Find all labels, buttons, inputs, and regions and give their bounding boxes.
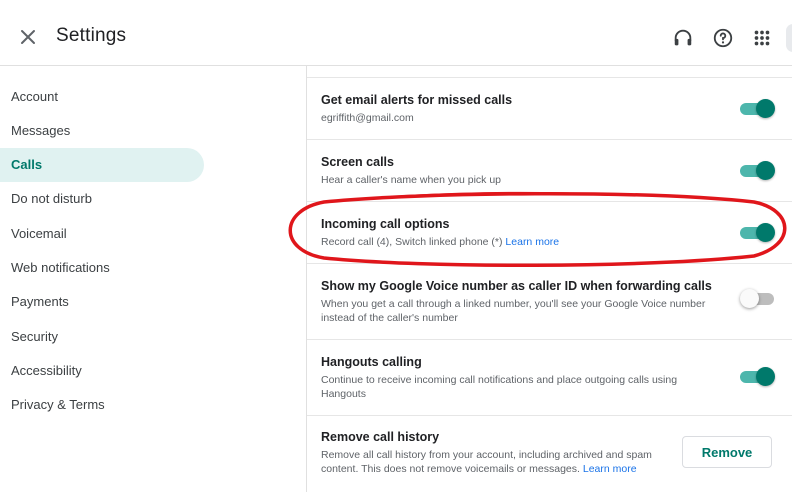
setting-row-show-gv-caller-id: Show my Google Voice number as caller ID… (307, 264, 792, 340)
setting-title: Remove call history (321, 430, 440, 444)
setting-subtitle: Remove all call history from your accoun… (321, 448, 681, 476)
setting-title: Screen calls (321, 155, 394, 169)
hangouts-calling-toggle[interactable] (740, 367, 775, 387)
sidebar-item-accessibility[interactable]: Accessibility (0, 354, 204, 388)
list-row-previous (307, 66, 792, 78)
close-icon (21, 30, 35, 44)
settings-sidebar: Account Messages Calls Do not disturb Vo… (0, 66, 208, 492)
setting-row-incoming-call-options[interactable]: Incoming call options Record call (4), S… (307, 202, 792, 264)
sidebar-item-messages[interactable]: Messages (0, 114, 204, 148)
sidebar-item-security[interactable]: Security (0, 320, 204, 354)
setting-row-hangouts-calling: Hangouts calling Continue to receive inc… (307, 340, 792, 416)
setting-subtitle: When you get a call through a linked num… (321, 298, 706, 324)
setting-subtitle: egriffith@gmail.com (321, 112, 414, 124)
sidebar-item-web-notifications[interactable]: Web notifications (0, 251, 204, 285)
sidebar-item-payments[interactable]: Payments (0, 285, 204, 319)
calls-settings-list: Get email alerts for missed calls egriff… (307, 66, 792, 492)
page-title: Settings (56, 25, 127, 46)
setting-title: Show my Google Voice number as caller ID… (321, 279, 712, 293)
sidebar-item-privacy-terms[interactable]: Privacy & Terms (0, 388, 204, 422)
apps-button[interactable] (751, 27, 773, 49)
avatar[interactable] (786, 24, 792, 52)
help-icon (713, 28, 733, 48)
setting-title: Get email alerts for missed calls (321, 93, 513, 107)
setting-subtitle-text: Record call (4), Switch linked phone (*) (321, 236, 503, 248)
learn-more-link[interactable]: Learn more (583, 463, 637, 475)
setting-row-screen-calls: Screen calls Hear a caller's name when y… (307, 140, 792, 202)
sidebar-item-calls[interactable]: Calls (0, 148, 204, 182)
sidebar-item-voicemail[interactable]: Voicemail (0, 217, 204, 251)
show-gv-caller-id-toggle[interactable] (740, 289, 776, 309)
setting-title: Hangouts calling (321, 355, 422, 369)
headset-icon (674, 29, 692, 46)
setting-subtitle: Continue to receive incoming call notifi… (321, 374, 678, 400)
screen-calls-toggle[interactable] (740, 161, 775, 181)
setting-subtitle: Record call (4), Switch linked phone (*)… (321, 235, 706, 249)
incoming-call-options-toggle[interactable] (740, 223, 775, 243)
support-button[interactable] (672, 27, 694, 49)
sidebar-item-account[interactable]: Account (0, 80, 204, 114)
setting-row-missed-call-alerts: Get email alerts for missed calls egriff… (307, 78, 792, 140)
setting-title: Incoming call options (321, 217, 450, 231)
help-button[interactable] (712, 27, 734, 49)
apps-grid-icon (754, 30, 770, 46)
close-button[interactable] (16, 25, 40, 49)
missed-call-alerts-toggle[interactable] (740, 99, 775, 119)
sidebar-item-do-not-disturb[interactable]: Do not disturb (0, 182, 204, 216)
learn-more-link[interactable]: Learn more (505, 236, 559, 248)
setting-subtitle: Hear a caller's name when you pick up (321, 174, 502, 186)
app-header: Settings (0, 0, 792, 66)
remove-call-history-button[interactable]: Remove (682, 436, 772, 468)
